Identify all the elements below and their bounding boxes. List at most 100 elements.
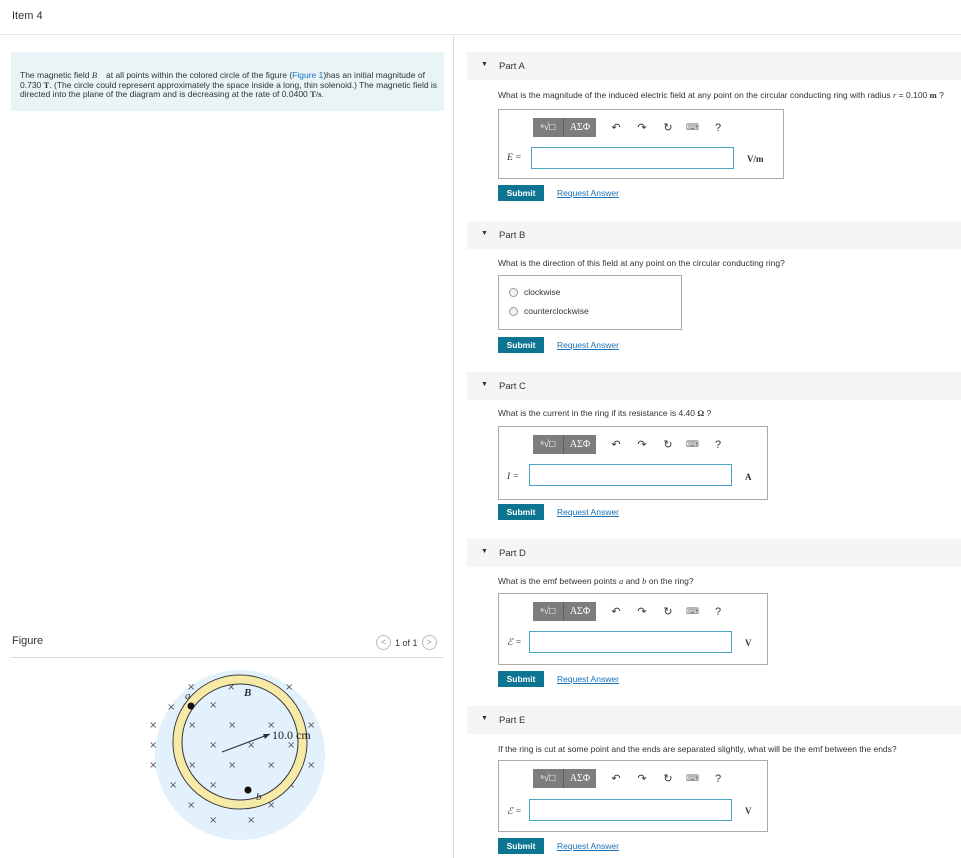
reset-icon[interactable]: ↻ bbox=[662, 438, 674, 451]
reset-icon[interactable]: ↻ bbox=[662, 772, 674, 785]
part-e-submit-button[interactable]: Submit bbox=[498, 838, 544, 854]
part-c-submit-button[interactable]: Submit bbox=[498, 504, 544, 520]
keyboard-icon[interactable]: ⌨ bbox=[686, 606, 699, 617]
redo-icon[interactable]: ↷ bbox=[636, 772, 648, 785]
option-counterclockwise-label[interactable]: counterclockwise bbox=[524, 306, 589, 316]
keyboard-icon[interactable]: ⌨ bbox=[686, 122, 699, 133]
problem-statement: The magnetic field B⃗ at all points with… bbox=[20, 70, 440, 100]
part-a-variable-label: E = bbox=[507, 153, 522, 163]
greek-symbols-button[interactable]: ΑΣΦ bbox=[564, 602, 596, 621]
part-d-question-end: on the ring? bbox=[646, 576, 694, 586]
figure-label: Figure bbox=[12, 635, 44, 647]
radical-template-button[interactable]: ⁿ√□ bbox=[533, 435, 564, 454]
help-icon[interactable]: ? bbox=[712, 439, 724, 451]
reset-icon[interactable]: ↻ bbox=[662, 605, 674, 618]
radio-button[interactable] bbox=[509, 306, 518, 316]
radical-template-button[interactable]: ⁿ√□ bbox=[533, 769, 564, 788]
part-c-title: Part C bbox=[499, 381, 526, 392]
part-b-header[interactable]: ▼ Part B bbox=[467, 221, 961, 249]
radio-button[interactable] bbox=[509, 287, 518, 297]
undo-icon[interactable]: ↶ bbox=[610, 438, 622, 451]
field-cross-mark: × bbox=[188, 720, 196, 731]
part-e-answer-input[interactable] bbox=[529, 799, 732, 821]
figure-page-count: 1 of 1 bbox=[395, 637, 418, 648]
field-cross-mark: × bbox=[149, 740, 157, 751]
part-c-request-answer-link[interactable]: Request Answer bbox=[557, 507, 619, 517]
part-e-answer-box: ⁿ√□ ΑΣΦ ↶ ↷ ↻ ⌨ ? ℰ = V bbox=[498, 760, 768, 832]
problem-text-1: The magnetic field bbox=[20, 70, 92, 80]
field-cross-mark: × bbox=[209, 780, 217, 791]
field-cross-mark: × bbox=[228, 760, 236, 771]
field-cross-mark: × bbox=[187, 800, 195, 811]
greek-symbols-button[interactable]: ΑΣΦ bbox=[564, 118, 596, 137]
keyboard-icon[interactable]: ⌨ bbox=[686, 773, 699, 784]
part-a-header[interactable]: ▼ Part A bbox=[467, 52, 961, 80]
part-e-request-answer-link[interactable]: Request Answer bbox=[557, 841, 619, 851]
point-b-dot bbox=[244, 786, 252, 794]
part-d-title: Part D bbox=[499, 548, 526, 559]
part-a-question-value: = 0.100 bbox=[896, 90, 930, 100]
part-a-request-answer-link[interactable]: Request Answer bbox=[557, 188, 619, 198]
field-cross-mark: × bbox=[228, 720, 236, 731]
part-c-question-end: ? bbox=[704, 408, 712, 418]
greek-symbols-button[interactable]: ΑΣΦ bbox=[564, 769, 596, 788]
part-e-variable-label: ℰ = bbox=[507, 807, 522, 817]
part-e-title: Part E bbox=[499, 715, 526, 726]
part-b-request-answer-link[interactable]: Request Answer bbox=[557, 340, 619, 350]
field-cross-mark: × bbox=[209, 740, 217, 751]
part-b-question: What is the direction of this field at a… bbox=[498, 258, 785, 268]
collapse-arrow-icon[interactable]: ▼ bbox=[481, 715, 488, 722]
figure-link[interactable]: Figure 1 bbox=[292, 70, 323, 80]
part-a-title: Part A bbox=[499, 61, 525, 72]
redo-icon[interactable]: ↷ bbox=[636, 121, 648, 134]
part-a-answer-input[interactable] bbox=[531, 147, 734, 169]
collapse-arrow-icon[interactable]: ▼ bbox=[481, 61, 488, 68]
point-a-dot bbox=[187, 702, 195, 710]
collapse-arrow-icon[interactable]: ▼ bbox=[481, 548, 488, 555]
part-c-header[interactable]: ▼ Part C bbox=[467, 372, 961, 400]
part-d-submit-button[interactable]: Submit bbox=[498, 671, 544, 687]
part-a-question: What is the magnitude of the induced ele… bbox=[498, 90, 944, 100]
keyboard-icon[interactable]: ⌨ bbox=[686, 439, 699, 450]
part-c-question-text: What is the current in the ring if its r… bbox=[498, 408, 698, 418]
option-clockwise-label[interactable]: clockwise bbox=[524, 287, 560, 297]
point-b-label: b bbox=[256, 791, 262, 803]
option-clockwise[interactable]: clockwise bbox=[509, 287, 560, 297]
prev-figure-button[interactable]: < bbox=[376, 635, 391, 650]
part-c-answer-input[interactable] bbox=[529, 464, 732, 486]
field-cross-mark: × bbox=[149, 720, 157, 731]
part-d-header[interactable]: ▼ Part D bbox=[467, 539, 961, 567]
solenoid-figure: × × ×× × ×× × × × ×× × × ×× × × × ×× × ×× × ×× × a b B⃗ 10.0… bbox=[149, 670, 325, 840]
part-b-submit-button[interactable]: Submit bbox=[498, 337, 544, 353]
help-icon[interactable]: ? bbox=[712, 773, 724, 785]
undo-icon[interactable]: ↶ bbox=[610, 605, 622, 618]
point-a-label: a bbox=[185, 690, 191, 702]
figure-pager: < 1 of 1 > bbox=[376, 635, 437, 650]
part-c-toolbar: ⁿ√□ ΑΣΦ ↶ ↷ ↻ ⌨ ? bbox=[533, 435, 724, 454]
undo-icon[interactable]: ↶ bbox=[610, 772, 622, 785]
radical-template-button[interactable]: ⁿ√□ bbox=[533, 602, 564, 621]
part-b-options-box: clockwise counterclockwise bbox=[498, 275, 682, 330]
greek-symbols-button[interactable]: ΑΣΦ bbox=[564, 435, 596, 454]
help-icon[interactable]: ? bbox=[712, 122, 724, 134]
part-e-header[interactable]: ▼ Part E bbox=[467, 706, 961, 734]
undo-icon[interactable]: ↶ bbox=[610, 121, 622, 134]
radical-template-button[interactable]: ⁿ√□ bbox=[533, 118, 564, 137]
help-icon[interactable]: ? bbox=[712, 606, 724, 618]
option-counterclockwise[interactable]: counterclockwise bbox=[509, 306, 589, 316]
next-figure-button[interactable]: > bbox=[421, 635, 437, 650]
part-d-question: What is the emf between points a and b o… bbox=[498, 576, 694, 586]
part-a-submit-button[interactable]: Submit bbox=[498, 185, 544, 201]
field-cross-mark: × bbox=[167, 702, 175, 713]
part-d-variable-label: ℰ = bbox=[507, 638, 522, 648]
part-d-request-answer-link[interactable]: Request Answer bbox=[557, 674, 619, 684]
collapse-arrow-icon[interactable]: ▼ bbox=[481, 381, 488, 388]
collapse-arrow-icon[interactable]: ▼ bbox=[481, 230, 488, 237]
redo-icon[interactable]: ↷ bbox=[636, 605, 648, 618]
redo-icon[interactable]: ↷ bbox=[636, 438, 648, 451]
part-d-answer-input[interactable] bbox=[529, 631, 732, 653]
column-divider bbox=[453, 36, 454, 858]
reset-icon[interactable]: ↻ bbox=[662, 121, 674, 134]
figure-divider bbox=[11, 657, 444, 658]
part-a-answer-box: ⁿ√□ ΑΣΦ ↶ ↷ ↻ ⌨ ? E = V/m bbox=[498, 109, 784, 179]
